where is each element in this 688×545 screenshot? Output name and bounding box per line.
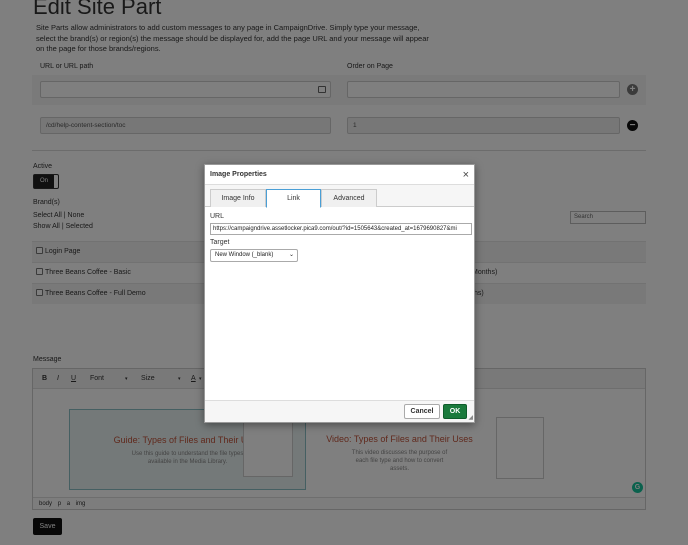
tab-link[interactable]: Link bbox=[266, 189, 321, 208]
tab-image-info[interactable]: Image Info bbox=[210, 189, 266, 207]
target-value: New Window (_blank) bbox=[215, 252, 274, 258]
target-label: Target bbox=[210, 239, 230, 246]
chevron-down-icon: ⌄ bbox=[288, 252, 294, 258]
dialog-tabs: Image Info Link Advanced bbox=[205, 185, 474, 208]
dialog-title: Image Properties bbox=[205, 165, 474, 185]
tab-advanced[interactable]: Advanced bbox=[321, 189, 377, 207]
ok-button[interactable]: OK bbox=[443, 404, 467, 419]
cancel-button[interactable]: Cancel bbox=[404, 404, 440, 419]
image-properties-dialog: Image Properties × Image Info Link Advan… bbox=[204, 164, 475, 423]
link-url-input[interactable]: https://campaigndrive.assetlocker.pica9.… bbox=[210, 223, 472, 235]
dialog-footer: Cancel OK ◢ bbox=[205, 400, 474, 422]
target-select[interactable]: New Window (_blank) ⌄ bbox=[210, 249, 298, 262]
resize-handle-icon[interactable]: ◢ bbox=[468, 414, 473, 421]
close-icon[interactable]: × bbox=[463, 165, 469, 185]
url-field-label: URL bbox=[210, 213, 225, 220]
